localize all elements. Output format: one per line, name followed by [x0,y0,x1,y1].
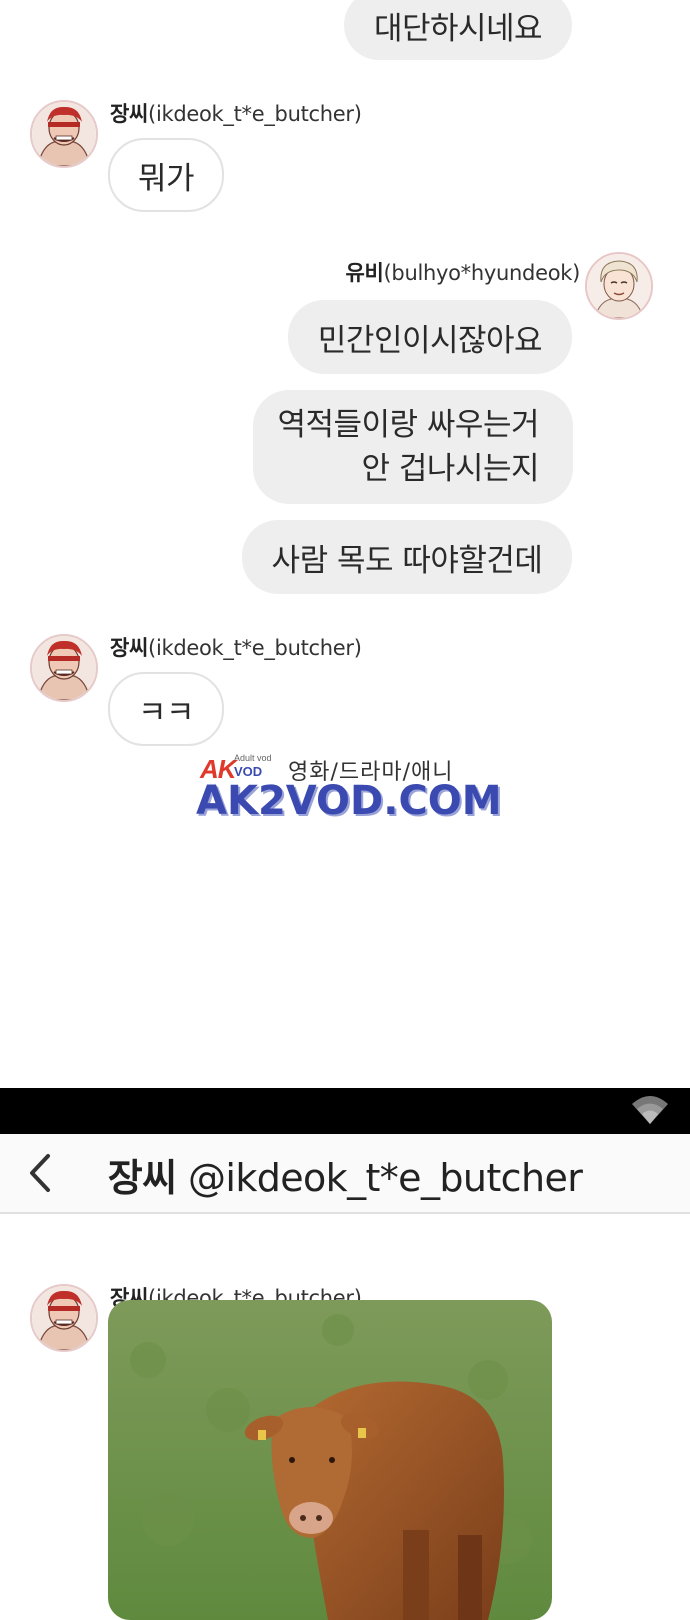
wifi-icon [630,1092,670,1130]
sender-name: 장씨 [110,636,149,660]
sender-label: 장씨(ikdeok_t*e_butcher) [110,98,362,128]
message-text: 대단하시네요 [373,10,543,47]
chat-contact-handle: @ikdeok_t*e_butcher [187,1156,583,1200]
avatar-jang[interactable] [30,100,98,168]
message-line: 역적들이랑 싸우는거 [277,407,539,443]
avatar-yubi[interactable] [585,252,653,320]
sender-handle: (ikdeok_t*e_butcher) [148,102,362,126]
chat-contact-name: 장씨 [107,1156,177,1200]
message-bubble-outgoing: 역적들이랑 싸우는거 안 겁나시는지 [253,390,573,504]
chat-title: 장씨 @ikdeok_t*e_butcher [0,1147,690,1202]
sender-name: 유비 [345,261,384,285]
sender-handle: (bulhyo*hyundeok) [383,261,581,285]
message-text: 민간인이시잖아요 [317,322,543,359]
watermark: AK Adult vod VOD 영화/드라마/애니 AK2VOD.COM [196,748,506,828]
watermark-vod: VOD [234,764,263,779]
chat-header: 장씨 @ikdeok_t*e_butcher [0,1134,690,1214]
message-image-bull[interactable] [108,1300,552,1620]
message-bubble-incoming: 뭐가 [108,138,224,212]
message-text: 사람 목도 따야할건데 [271,542,543,579]
sender-label: 유비(bulhyo*hyundeok) [345,257,580,287]
avatar-jang[interactable] [30,1284,98,1352]
sender-name: 장씨 [110,102,149,126]
message-bubble-outgoing: 민간인이시잖아요 [288,300,572,374]
message-bubble-outgoing: 대단하시네요 [344,0,572,60]
message-text: ㅋㅋ [137,694,195,731]
message-text: 뭐가 [137,160,195,197]
watermark-small: Adult vod [234,753,272,763]
sender-handle: (ikdeok_t*e_butcher) [148,636,362,660]
sender-label: 장씨(ikdeok_t*e_butcher) [110,632,362,662]
watermark-site: AK2VOD.COM [196,778,502,824]
avatar-jang[interactable] [30,634,98,702]
status-bar [0,1088,690,1134]
message-line: 안 겁나시는지 [361,451,540,487]
message-bubble-outgoing: 사람 목도 따야할건데 [242,520,572,594]
message-bubble-incoming: ㅋㅋ [108,672,224,746]
